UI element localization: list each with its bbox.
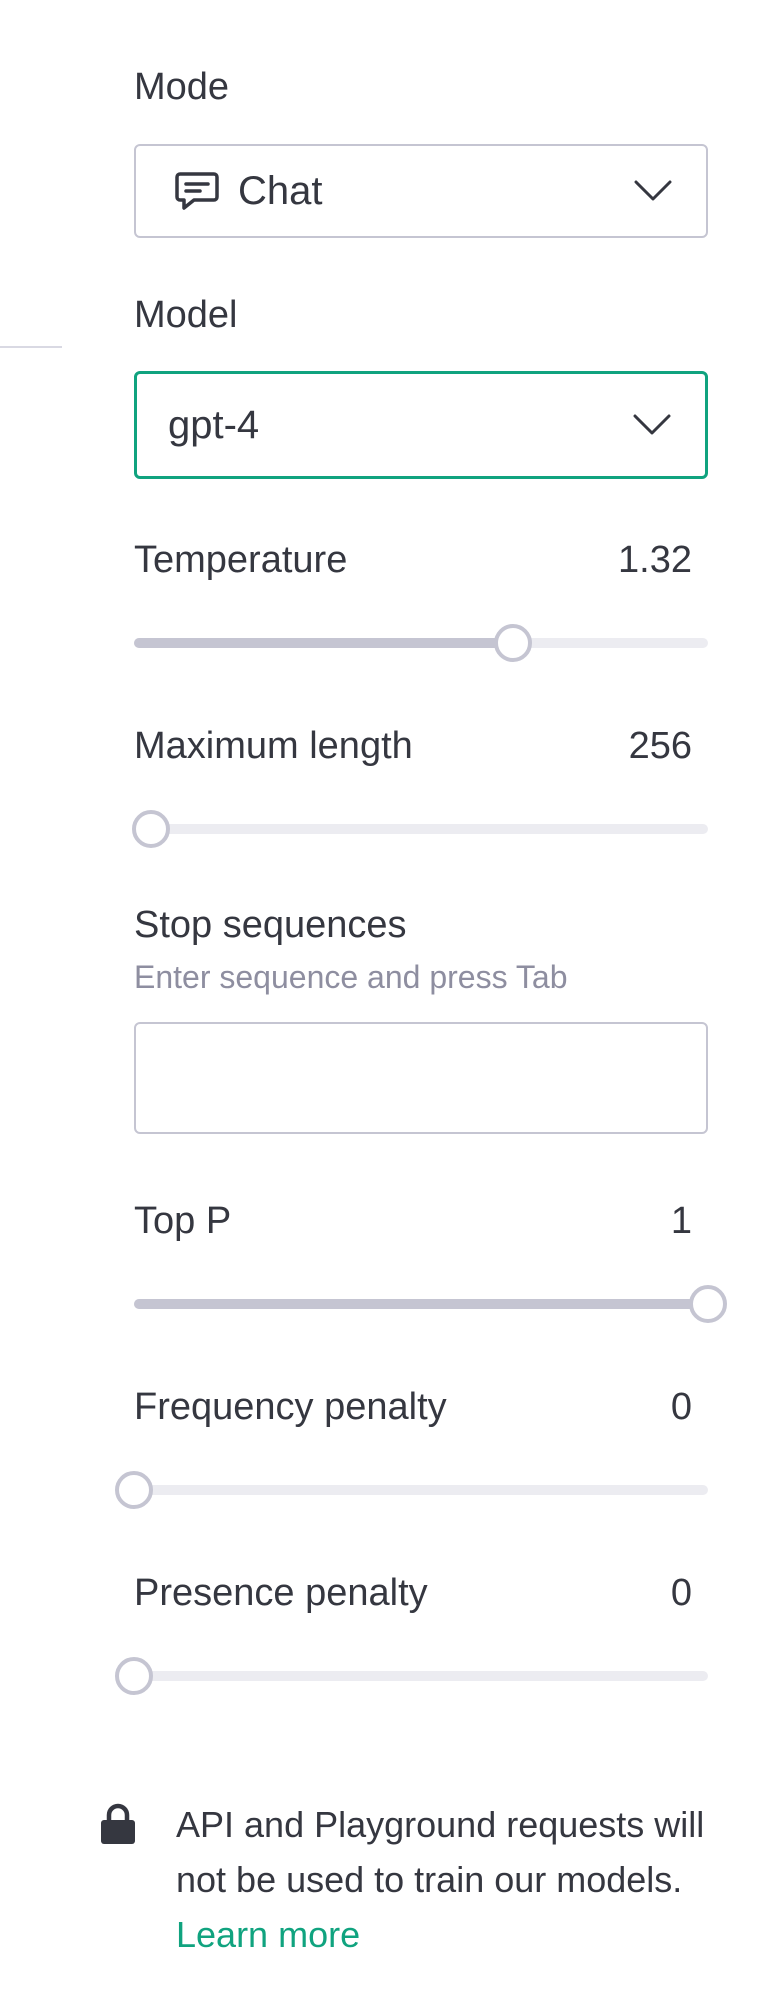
- stop-sequences-label: Stop sequences: [134, 904, 407, 946]
- presence-penalty-slider[interactable]: [115, 1657, 708, 1695]
- maximum-length-label: Maximum length: [134, 725, 413, 767]
- maximum-length-slider-thumb[interactable]: [132, 810, 171, 848]
- temperature-slider[interactable]: [134, 624, 708, 662]
- temperature-slider-thumb[interactable]: [493, 624, 532, 662]
- frequency-penalty-label: Frequency penalty: [134, 1386, 447, 1428]
- chevron-down-icon: [634, 180, 672, 201]
- top-p-label: Top P: [134, 1200, 232, 1242]
- presence-penalty-slider-thumb[interactable]: [115, 1657, 153, 1695]
- top-p-slider-thumb[interactable]: [689, 1285, 727, 1323]
- chevron-down-icon: [633, 414, 671, 435]
- model-select[interactable]: gpt-4: [134, 371, 708, 479]
- learn-more-link[interactable]: Learn more: [176, 1914, 360, 1955]
- privacy-notice-message: API and Playground requests will not be …: [176, 1804, 705, 1900]
- presence-penalty-label: Presence penalty: [134, 1572, 428, 1614]
- temperature-slider-fill: [134, 638, 513, 648]
- frequency-penalty-slider[interactable]: [115, 1471, 708, 1509]
- mode-select[interactable]: Chat: [134, 144, 708, 238]
- temperature-label: Temperature: [134, 539, 348, 581]
- stop-sequences-input[interactable]: [134, 1022, 708, 1134]
- top-p-slider-fill: [134, 1299, 708, 1309]
- stop-sequences-hint: Enter sequence and press Tab: [134, 959, 568, 995]
- frequency-penalty-value[interactable]: 0: [671, 1384, 692, 1430]
- presence-penalty-value[interactable]: 0: [671, 1570, 692, 1616]
- mode-selected-value: Chat: [238, 168, 323, 213]
- frequency-penalty-slider-thumb[interactable]: [115, 1471, 153, 1509]
- mode-label: Mode: [134, 66, 230, 108]
- maximum-length-slider[interactable]: [132, 810, 708, 848]
- maximum-length-value[interactable]: 256: [629, 723, 692, 769]
- chat-bubble-icon: [175, 172, 219, 210]
- temperature-value[interactable]: 1.32: [618, 537, 692, 583]
- model-label: Model: [134, 294, 238, 336]
- top-p-value[interactable]: 1: [671, 1198, 692, 1244]
- top-p-slider[interactable]: [134, 1285, 727, 1323]
- left-panel-divider: [0, 346, 62, 348]
- model-selected-value: gpt-4: [168, 402, 260, 447]
- lock-icon: [101, 1803, 135, 1844]
- privacy-notice-text: API and Playground requests will not be …: [176, 1797, 736, 1962]
